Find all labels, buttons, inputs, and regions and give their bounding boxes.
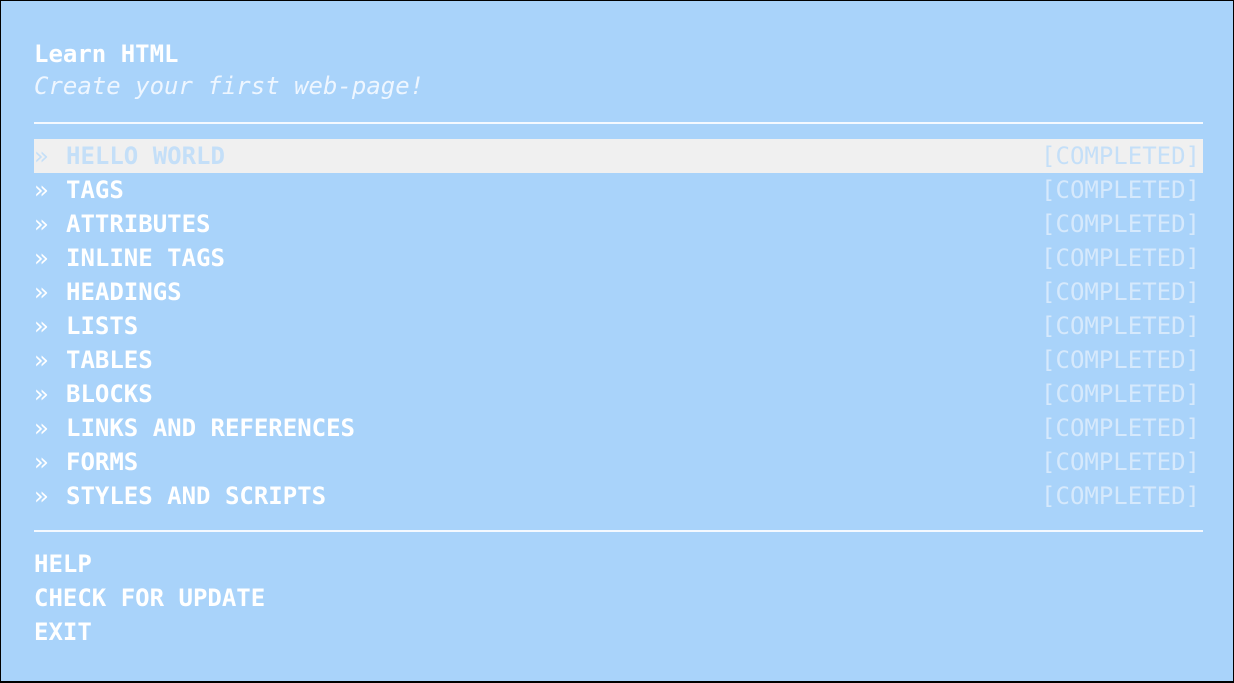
main-menu: HELP CHECK FOR UPDATE EXIT	[34, 547, 265, 649]
lesson-item-tags[interactable]: » TAGS [COMPLETED]	[34, 173, 1203, 207]
lesson-item-styles-and-scripts[interactable]: » STYLES AND SCRIPTS [COMPLETED]	[34, 479, 1203, 513]
lesson-status: [COMPLETED]	[1041, 312, 1200, 340]
lesson-label: BLOCKS	[66, 380, 153, 408]
lesson-label: LISTS	[66, 312, 139, 340]
chevron-right-icon: »	[34, 210, 49, 238]
lesson-item-blocks[interactable]: » BLOCKS [COMPLETED]	[34, 377, 1203, 411]
chevron-right-icon: »	[34, 346, 49, 374]
chevron-right-icon: »	[34, 176, 49, 204]
lesson-status: [COMPLETED]	[1041, 448, 1200, 476]
lesson-status: [COMPLETED]	[1041, 142, 1200, 170]
lesson-label: TAGS	[66, 176, 124, 204]
chevron-right-icon: »	[34, 278, 49, 306]
chevron-right-icon: »	[34, 482, 49, 510]
lesson-item-headings[interactable]: » HEADINGS [COMPLETED]	[34, 275, 1203, 309]
lesson-status: [COMPLETED]	[1041, 278, 1200, 306]
exit-menu-item[interactable]: EXIT	[34, 615, 265, 649]
app-subtitle: Create your first web-page!	[34, 72, 425, 100]
lesson-status: [COMPLETED]	[1041, 414, 1200, 442]
lesson-status: [COMPLETED]	[1041, 244, 1200, 272]
app-title: Learn HTML	[34, 40, 179, 68]
lesson-label: STYLES AND SCRIPTS	[66, 482, 327, 510]
lesson-item-lists[interactable]: » LISTS [COMPLETED]	[34, 309, 1203, 343]
lesson-label: TABLES	[66, 346, 153, 374]
lesson-status: [COMPLETED]	[1041, 176, 1200, 204]
lesson-label: FORMS	[66, 448, 139, 476]
chevron-right-icon: »	[34, 414, 49, 442]
help-menu-item[interactable]: HELP	[34, 547, 265, 581]
chevron-right-icon: »	[34, 244, 49, 272]
lesson-item-inline-tags[interactable]: » INLINE TAGS [COMPLETED]	[34, 241, 1203, 275]
lesson-label: HEADINGS	[66, 278, 182, 306]
top-divider	[34, 122, 1203, 124]
bottom-divider	[34, 530, 1203, 532]
header: Learn HTML Create your first web-page!	[34, 38, 424, 102]
lesson-status: [COMPLETED]	[1041, 380, 1200, 408]
lesson-label: HELLO WORLD	[66, 142, 225, 170]
lesson-status: [COMPLETED]	[1041, 346, 1200, 374]
lesson-status: [COMPLETED]	[1041, 482, 1200, 510]
lesson-item-forms[interactable]: » FORMS [COMPLETED]	[34, 445, 1203, 479]
lesson-list: » HELLO WORLD [COMPLETED] » TAGS [COMPLE…	[34, 139, 1203, 513]
terminal-screen: Learn HTML Create your first web-page! »…	[1, 1, 1233, 681]
lesson-label: LINKS AND REFERENCES	[66, 414, 355, 442]
lesson-status: [COMPLETED]	[1041, 210, 1200, 238]
check-update-menu-item[interactable]: CHECK FOR UPDATE	[34, 581, 265, 615]
lesson-item-attributes[interactable]: » ATTRIBUTES [COMPLETED]	[34, 207, 1203, 241]
chevron-right-icon: »	[34, 312, 49, 340]
chevron-right-icon: »	[34, 448, 49, 476]
chevron-right-icon: »	[34, 380, 49, 408]
lesson-item-tables[interactable]: » TABLES [COMPLETED]	[34, 343, 1203, 377]
lesson-item-links-and-references[interactable]: » LINKS AND REFERENCES [COMPLETED]	[34, 411, 1203, 445]
lesson-label: ATTRIBUTES	[66, 210, 211, 238]
lesson-label: INLINE TAGS	[66, 244, 225, 272]
chevron-right-icon: »	[34, 142, 49, 170]
lesson-item-hello-world[interactable]: » HELLO WORLD [COMPLETED]	[34, 139, 1203, 173]
